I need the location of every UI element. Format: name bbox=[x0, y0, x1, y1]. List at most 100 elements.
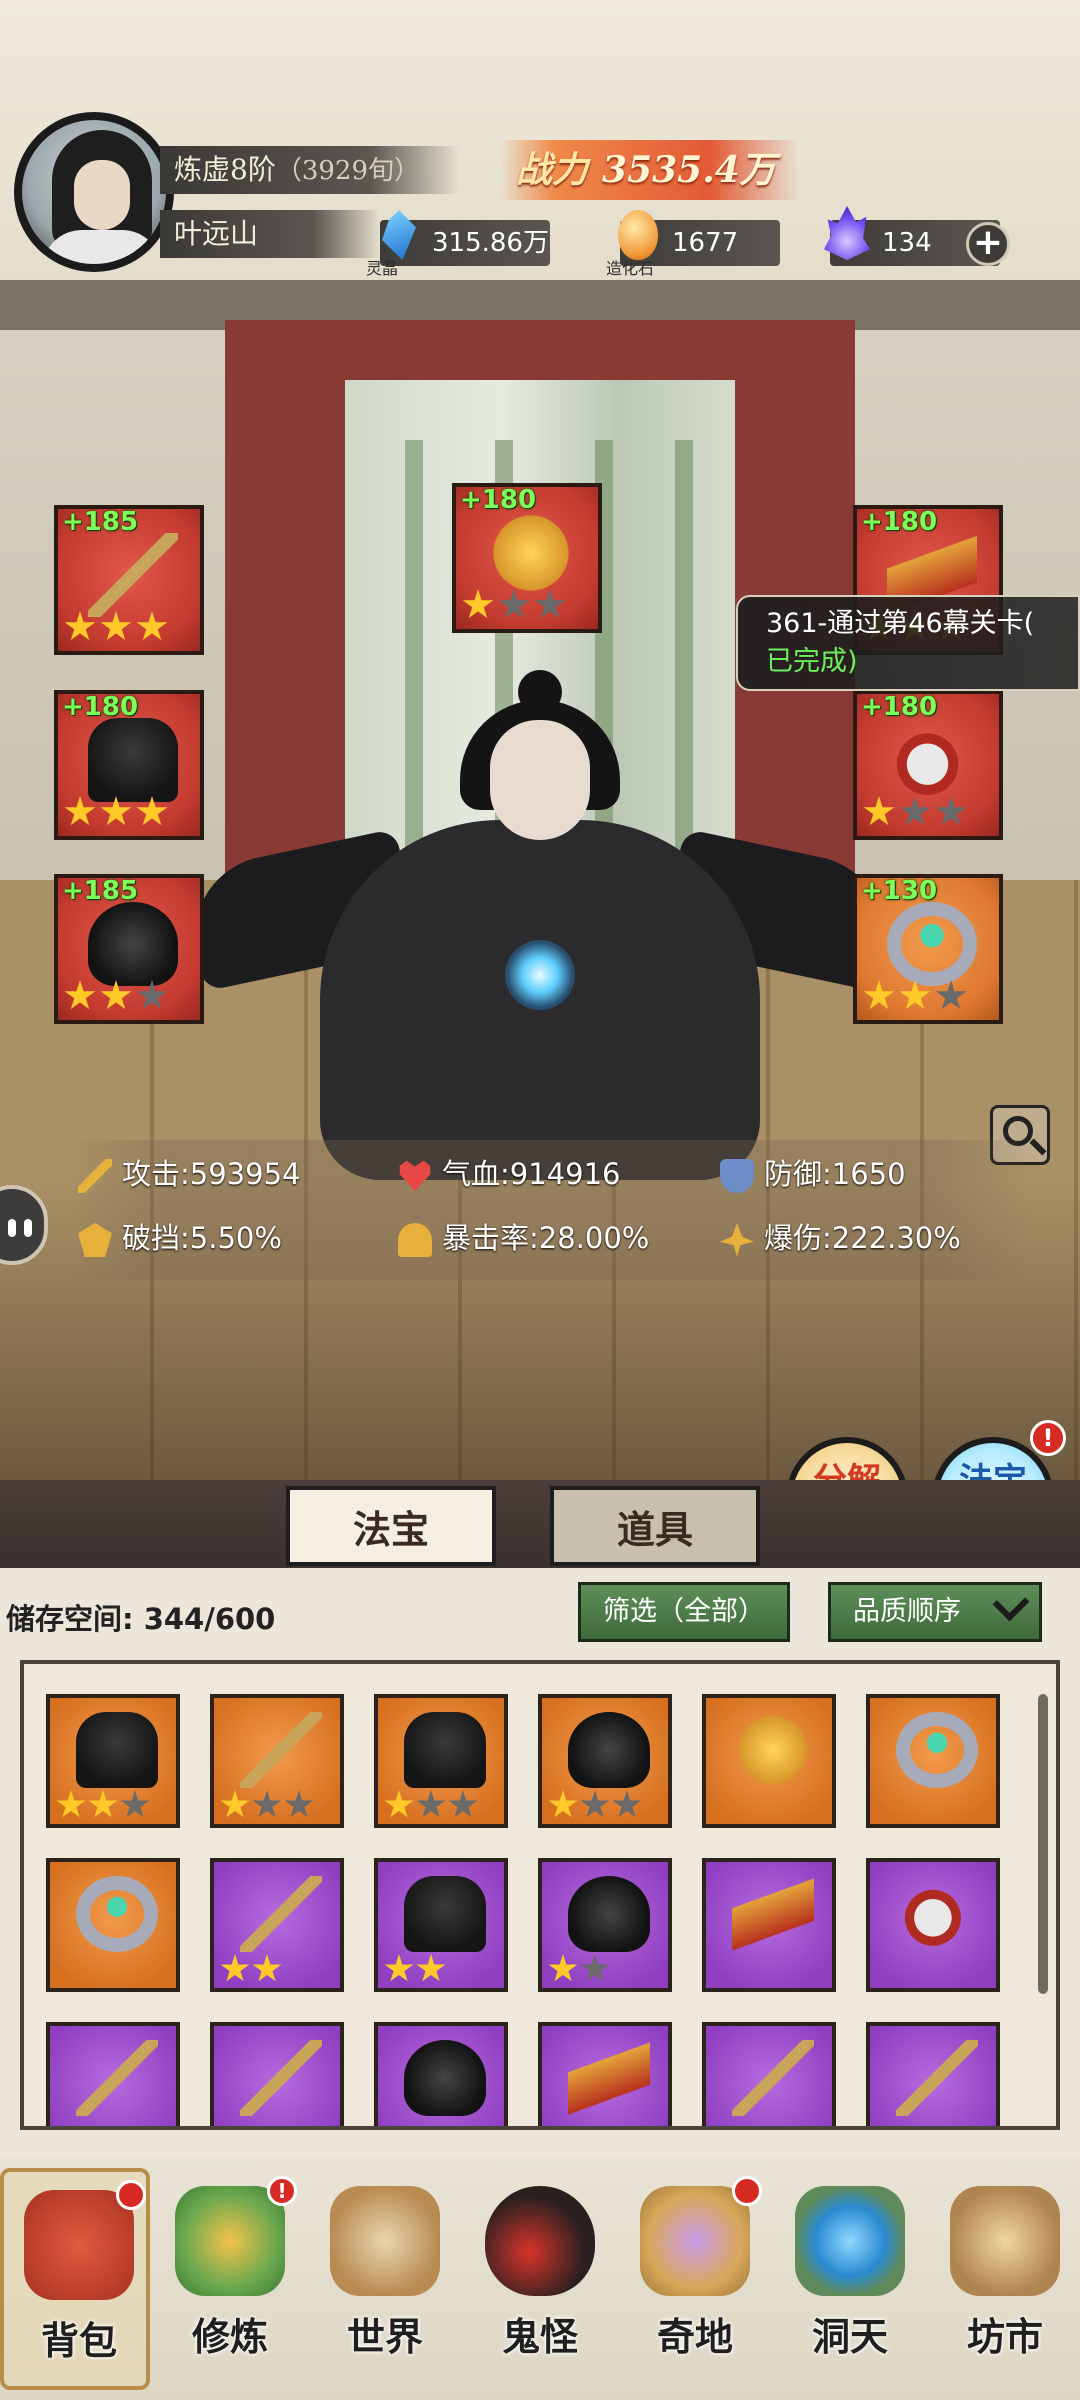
inventory-item[interactable] bbox=[866, 1858, 1000, 1992]
equip-slot-weapon[interactable]: +185 bbox=[54, 505, 204, 655]
tab-treasure[interactable]: 法宝 bbox=[286, 1486, 496, 1566]
equip-slot-ring[interactable]: +130 bbox=[853, 874, 1003, 1024]
inventory-item[interactable] bbox=[538, 2022, 672, 2126]
inventory-item[interactable] bbox=[538, 1858, 672, 1992]
spirit-orb-icon bbox=[505, 940, 575, 1010]
inventory-item[interactable] bbox=[866, 1694, 1000, 1828]
age-text: （3929旬） bbox=[275, 156, 420, 186]
spiked-wheel-icon bbox=[896, 1876, 978, 1952]
equip-level: +180 bbox=[861, 507, 938, 537]
world-scroll-icon bbox=[330, 2186, 440, 2296]
nav-wonderland[interactable]: 奇地 bbox=[620, 2168, 770, 2390]
sword-icon bbox=[240, 2040, 322, 2116]
staff-icon bbox=[88, 533, 178, 617]
stat-defense: 防御:1650 bbox=[720, 1144, 906, 1204]
sort-label: 品质顺序 bbox=[853, 1596, 961, 1627]
staff-icon bbox=[240, 1712, 322, 1788]
pendant-icon bbox=[732, 1712, 814, 1788]
nav-world[interactable]: 世界 bbox=[310, 2168, 460, 2390]
nav-label: 奇地 bbox=[656, 2314, 733, 2359]
nav-label: 背包 bbox=[40, 2318, 117, 2363]
inventory-item[interactable] bbox=[46, 2022, 180, 2126]
notification-badge: ! bbox=[267, 2176, 297, 2206]
inventory-item[interactable] bbox=[702, 2022, 836, 2126]
crossbow-icon bbox=[404, 2040, 486, 2116]
inventory-item[interactable] bbox=[702, 1858, 836, 1992]
power-value: 3535.4万 bbox=[602, 149, 776, 191]
jade-ring-icon bbox=[887, 902, 977, 986]
wonderland-icon bbox=[640, 2186, 750, 2296]
notification-badge bbox=[732, 2176, 762, 2206]
inventory-item[interactable] bbox=[210, 2022, 344, 2126]
equip-level: +180 bbox=[460, 485, 537, 515]
equip-level: +185 bbox=[62, 876, 139, 906]
nav-cave-realm[interactable]: 洞天 bbox=[775, 2168, 925, 2390]
nav-monster[interactable]: 鬼怪 bbox=[465, 2168, 615, 2390]
crit-icon bbox=[398, 1223, 432, 1257]
soul-flame-icon bbox=[820, 206, 876, 266]
dragon-ring-icon bbox=[896, 1712, 978, 1788]
equip-level: +180 bbox=[62, 692, 139, 722]
realm-text: 炼虚8阶 bbox=[174, 153, 276, 186]
filter-button[interactable]: 筛选（全部） bbox=[578, 1582, 790, 1642]
axe-icon bbox=[568, 2040, 650, 2116]
quest-line: 361-通过第46幕关卡( bbox=[766, 608, 1035, 639]
star-rating bbox=[220, 1954, 282, 1984]
nav-label: 世界 bbox=[346, 2314, 423, 2359]
helm-icon bbox=[568, 1876, 650, 1952]
equip-slot-helm[interactable]: +185 bbox=[54, 874, 204, 1024]
power-label: 战力 bbox=[516, 149, 589, 191]
equip-slot-robe[interactable]: +180 bbox=[54, 690, 204, 840]
quest-tooltip[interactable]: 361-通过第46幕关卡( 已完成) bbox=[736, 595, 1080, 691]
robe-icon bbox=[88, 718, 178, 802]
monster-egg-icon bbox=[485, 2186, 595, 2296]
heart-icon bbox=[399, 1160, 431, 1192]
inventory-item[interactable] bbox=[46, 1694, 180, 1828]
resource-value: 134 bbox=[882, 228, 932, 258]
equip-level: +130 bbox=[861, 876, 938, 906]
storage-capacity: 储存空间: 344/600 bbox=[6, 1602, 276, 1636]
nav-market[interactable]: 坊市 bbox=[930, 2168, 1080, 2390]
nav-cultivate[interactable]: ! 修炼 bbox=[155, 2168, 305, 2390]
star-rating bbox=[548, 1790, 642, 1820]
inventory-item[interactable] bbox=[210, 1858, 344, 1992]
inventory-item[interactable] bbox=[46, 1858, 180, 1992]
inventory-item[interactable] bbox=[866, 2022, 1000, 2126]
stat-break: 破挡:5.50% bbox=[78, 1208, 282, 1268]
staff-icon bbox=[240, 1876, 322, 1952]
realm-bar: 炼虚8阶（3929旬） bbox=[160, 146, 460, 194]
dagger-icon bbox=[732, 1876, 814, 1952]
sort-dropdown[interactable]: 品质顺序 bbox=[828, 1582, 1042, 1642]
nav-label: 鬼怪 bbox=[501, 2314, 578, 2359]
nav-label: 修炼 bbox=[191, 2314, 268, 2359]
equip-slot-amulet[interactable]: +180 bbox=[853, 690, 1003, 840]
star-rating bbox=[64, 980, 168, 1016]
sword-icon bbox=[78, 1159, 112, 1193]
inventory-item[interactable] bbox=[374, 2022, 508, 2126]
inventory-item[interactable] bbox=[210, 1694, 344, 1828]
tab-items[interactable]: 道具 bbox=[550, 1486, 760, 1566]
resource-value: 315.86万 bbox=[432, 228, 549, 258]
nav-bag[interactable]: 背包 bbox=[0, 2168, 150, 2390]
star-rating bbox=[220, 1790, 314, 1820]
nav-label: 洞天 bbox=[811, 2314, 888, 2359]
inventory-item[interactable] bbox=[538, 1694, 672, 1828]
combat-power: 战力 3535.4万 bbox=[500, 140, 800, 200]
staff-icon bbox=[732, 2040, 814, 2116]
scrollbar[interactable] bbox=[1038, 1694, 1048, 1994]
spirit-crystal-resource: 灵晶 315.86万 bbox=[366, 210, 550, 278]
gold-dragon-icon bbox=[486, 511, 576, 595]
inventory-item[interactable] bbox=[702, 1694, 836, 1828]
player-avatar[interactable] bbox=[14, 112, 174, 272]
robe-icon bbox=[76, 1712, 158, 1788]
star-rating bbox=[56, 1790, 150, 1820]
equip-slot-top-center[interactable]: +180 bbox=[452, 483, 602, 633]
inventory-item[interactable] bbox=[374, 1694, 508, 1828]
add-resource-button[interactable]: + bbox=[966, 222, 1010, 266]
stat-hp: 气血:914916 bbox=[398, 1144, 621, 1204]
character-figure bbox=[179, 670, 901, 1190]
player-name: 叶远山 bbox=[160, 210, 380, 258]
resource-value: 1677 bbox=[672, 228, 739, 258]
quest-status: 已完成) bbox=[766, 646, 858, 677]
inventory-item[interactable] bbox=[374, 1858, 508, 1992]
